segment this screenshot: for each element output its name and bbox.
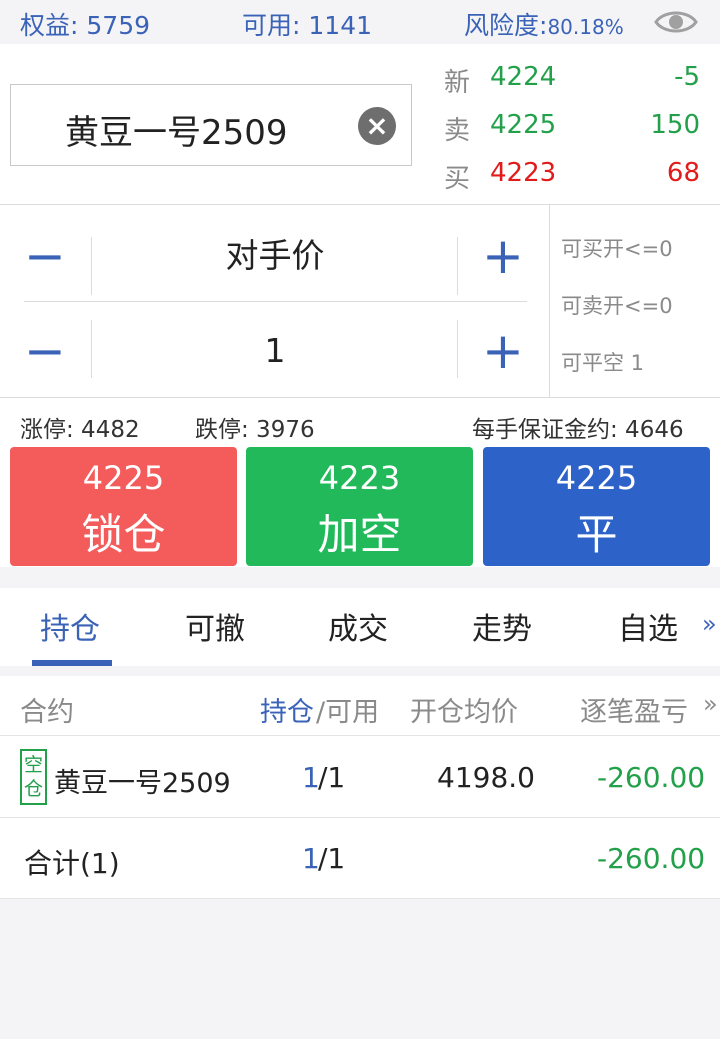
tab-trades[interactable]: 成交 bbox=[328, 604, 388, 648]
symbol-name: 黄豆一号2509 bbox=[65, 113, 288, 153]
row-pnl: -260.00 bbox=[597, 761, 706, 794]
available-label: 可用: bbox=[242, 11, 301, 40]
close-position-button[interactable]: 4225 平 bbox=[483, 447, 710, 566]
quote-ask-label: 卖 bbox=[444, 116, 471, 146]
divider bbox=[549, 205, 550, 398]
header-pnl: 逐笔盈亏 bbox=[580, 697, 688, 728]
margin-per-lot: 每手保证金约: 4646 bbox=[472, 417, 684, 443]
table-total-row: 合计(1) 1 /1 -260.00 bbox=[0, 818, 720, 899]
can-close-short: 可平空 1 bbox=[561, 351, 645, 375]
limits-row: 涨停: 4482 跌停: 3976 每手保证金约: 4646 bbox=[0, 398, 720, 446]
header-contract: 合约 bbox=[20, 697, 74, 728]
double-chevron-right-icon[interactable]: » bbox=[702, 610, 717, 638]
lock-price: 4225 bbox=[82, 459, 165, 497]
active-tab-indicator bbox=[32, 660, 112, 666]
available-value: 1141 bbox=[308, 11, 373, 40]
price-plus-button[interactable]: + bbox=[458, 217, 548, 295]
price-stepper: − 对手价 + bbox=[0, 217, 549, 295]
quote-bid-price: 4223 bbox=[490, 158, 557, 188]
divider bbox=[24, 301, 527, 302]
header-avg-price: 开仓均价 bbox=[410, 697, 518, 728]
add-short-button[interactable]: 4223 加空 bbox=[246, 447, 473, 566]
table-header: 合约 持仓 /可用 开仓均价 逐笔盈亏 » bbox=[0, 676, 720, 736]
row-contract: 黄豆一号2509 bbox=[54, 768, 231, 799]
total-pnl: -260.00 bbox=[597, 842, 706, 875]
available: 可用: 1141 bbox=[242, 6, 372, 42]
price-type-field[interactable]: 对手价 bbox=[92, 217, 458, 295]
price-minus-button[interactable]: − bbox=[0, 217, 90, 295]
equity: 权益: 5759 bbox=[20, 6, 150, 42]
short-position-tag: 空 仓 bbox=[20, 749, 47, 805]
quote-last: 新 4224 -5 bbox=[440, 62, 702, 102]
header-hold[interactable]: 持仓 bbox=[260, 690, 314, 729]
quote-last-price: 4224 bbox=[490, 62, 557, 92]
header-available: /可用 bbox=[316, 697, 380, 728]
risk: 风险度:80.18% bbox=[464, 6, 624, 42]
quote-last-change: -5 bbox=[674, 62, 700, 92]
quote-ask: 卖 4225 150 bbox=[440, 110, 702, 150]
can-buy-open: 可买开<=0 bbox=[561, 237, 673, 261]
equity-label: 权益: bbox=[20, 11, 79, 40]
can-sell-open: 可卖开<=0 bbox=[561, 294, 673, 318]
quote-last-label: 新 bbox=[444, 68, 471, 98]
quote-panel: 黄豆一号2509 × 新 4224 -5 卖 4225 150 买 4223 6… bbox=[0, 44, 720, 205]
tab-watchlist[interactable]: 自选 bbox=[618, 604, 678, 648]
quote-bid: 买 4223 68 bbox=[440, 158, 702, 198]
symbol-input[interactable]: 黄豆一号2509 × bbox=[10, 84, 412, 166]
tab-cancelable[interactable]: 可撤 bbox=[185, 604, 245, 648]
order-entry: − 对手价 + − 1 + 可买开<=0 可卖开<=0 可平空 1 bbox=[0, 205, 720, 398]
double-chevron-right-icon[interactable]: » bbox=[703, 690, 718, 718]
positions-table: 合约 持仓 /可用 开仓均价 逐笔盈亏 » 空 仓 黄豆一号2509 1 /1 … bbox=[0, 676, 720, 899]
account-bar: 权益: 5759 可用: 1141 风险度:80.18% bbox=[0, 0, 720, 44]
short-price: 4223 bbox=[318, 459, 401, 497]
equity-value: 5759 bbox=[86, 11, 151, 40]
tab-positions[interactable]: 持仓 bbox=[40, 604, 100, 648]
quantity-minus-button[interactable]: − bbox=[0, 312, 90, 390]
lock-label: 锁仓 bbox=[81, 510, 166, 559]
close-circle-icon[interactable]: × bbox=[358, 107, 396, 145]
action-buttons: 4225 锁仓 4223 加空 4225 平 bbox=[0, 446, 720, 567]
lock-position-button[interactable]: 4225 锁仓 bbox=[10, 447, 237, 566]
quote-bid-volume: 68 bbox=[666, 158, 700, 188]
row-available: /1 bbox=[318, 761, 346, 794]
quantity-plus-button[interactable]: + bbox=[458, 312, 548, 390]
close-price: 4225 bbox=[555, 459, 638, 497]
quote-bid-label: 买 bbox=[444, 164, 471, 194]
eye-icon[interactable] bbox=[654, 7, 698, 37]
risk-label: 风险度: bbox=[464, 11, 548, 40]
total-label: 合计(1) bbox=[24, 847, 120, 880]
row-avg-price: 4198.0 bbox=[437, 761, 535, 794]
short-label: 加空 bbox=[317, 510, 402, 559]
quote-ask-price: 4225 bbox=[490, 110, 557, 140]
table-row[interactable]: 空 仓 黄豆一号2509 1 /1 4198.0 -260.00 bbox=[0, 737, 720, 818]
risk-value: 80.18% bbox=[547, 15, 624, 39]
limit-down: 跌停: 3976 bbox=[195, 417, 315, 443]
quantity-stepper: − 1 + bbox=[0, 312, 549, 390]
tab-bar: 持仓 可撤 成交 走势 自选 » bbox=[0, 588, 720, 666]
tab-trend[interactable]: 走势 bbox=[472, 604, 532, 648]
close-label: 平 bbox=[575, 510, 618, 559]
quantity-field[interactable]: 1 bbox=[92, 312, 458, 390]
total-available: /1 bbox=[318, 842, 346, 875]
quote-ask-volume: 150 bbox=[650, 110, 700, 140]
limit-up: 涨停: 4482 bbox=[20, 417, 140, 443]
